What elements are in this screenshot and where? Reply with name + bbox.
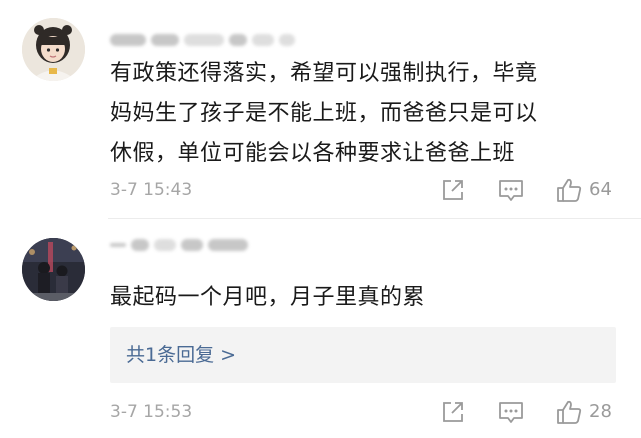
like-button[interactable]: 64 <box>555 175 612 205</box>
comment-list: 有政策还得落实，希望可以强制执行，毕竟 妈妈生了孩子是不能上班，而爸爸只是可以 … <box>0 0 641 438</box>
comment-text-line: 妈妈生了孩子是不能上班，而爸爸只是可以 <box>110 101 538 126</box>
comment-text-line: 休假，单位可能会以各种要求让爸爸上班 <box>110 141 516 166</box>
like-button[interactable]: 28 <box>555 397 612 427</box>
timestamp: 3-7 15:43 <box>110 180 193 200</box>
comment-icon <box>499 180 523 201</box>
username-obscured[interactable] <box>110 235 248 255</box>
avatar[interactable] <box>22 18 85 81</box>
comment-text-line: 有政策还得落实，希望可以强制执行，毕竟 <box>110 61 538 86</box>
view-replies-link[interactable]: 共1条回复 > <box>126 343 236 367</box>
timestamp: 3-7 15:53 <box>110 402 193 422</box>
comment-item: 有政策还得落实，希望可以强制执行，毕竟 妈妈生了孩子是不能上班，而爸爸只是可以 … <box>0 0 641 218</box>
share-button[interactable] <box>440 175 468 205</box>
like-count: 28 <box>589 401 612 422</box>
username-obscured[interactable] <box>110 30 295 50</box>
comment-item: 最起码一个月吧，月子里真的累 共1条回复 > 3-7 15:53 28 <box>0 222 641 438</box>
comment-text-line: 最起码一个月吧，月子里真的累 <box>110 285 426 310</box>
comment-text: 最起码一个月吧，月子里真的累 <box>110 278 630 318</box>
thumbs-up-icon <box>557 400 582 424</box>
comment-meta: 3-7 15:43 64 <box>110 175 630 205</box>
share-icon <box>443 180 463 200</box>
comment-button[interactable] <box>497 175 527 205</box>
like-count: 64 <box>589 179 612 200</box>
share-button[interactable] <box>440 397 468 427</box>
comment-meta: 3-7 15:53 28 <box>110 397 630 427</box>
comment-button[interactable] <box>497 397 527 427</box>
thumbs-up-icon <box>557 178 582 202</box>
share-icon <box>443 402 463 422</box>
comment-icon <box>499 402 523 423</box>
comment-text: 有政策还得落实，希望可以强制执行，毕竟 妈妈生了孩子是不能上班，而爸爸只是可以 … <box>110 54 630 174</box>
divider <box>108 218 641 219</box>
avatar[interactable] <box>22 238 85 301</box>
reply-box: 共1条回复 > <box>110 327 616 383</box>
